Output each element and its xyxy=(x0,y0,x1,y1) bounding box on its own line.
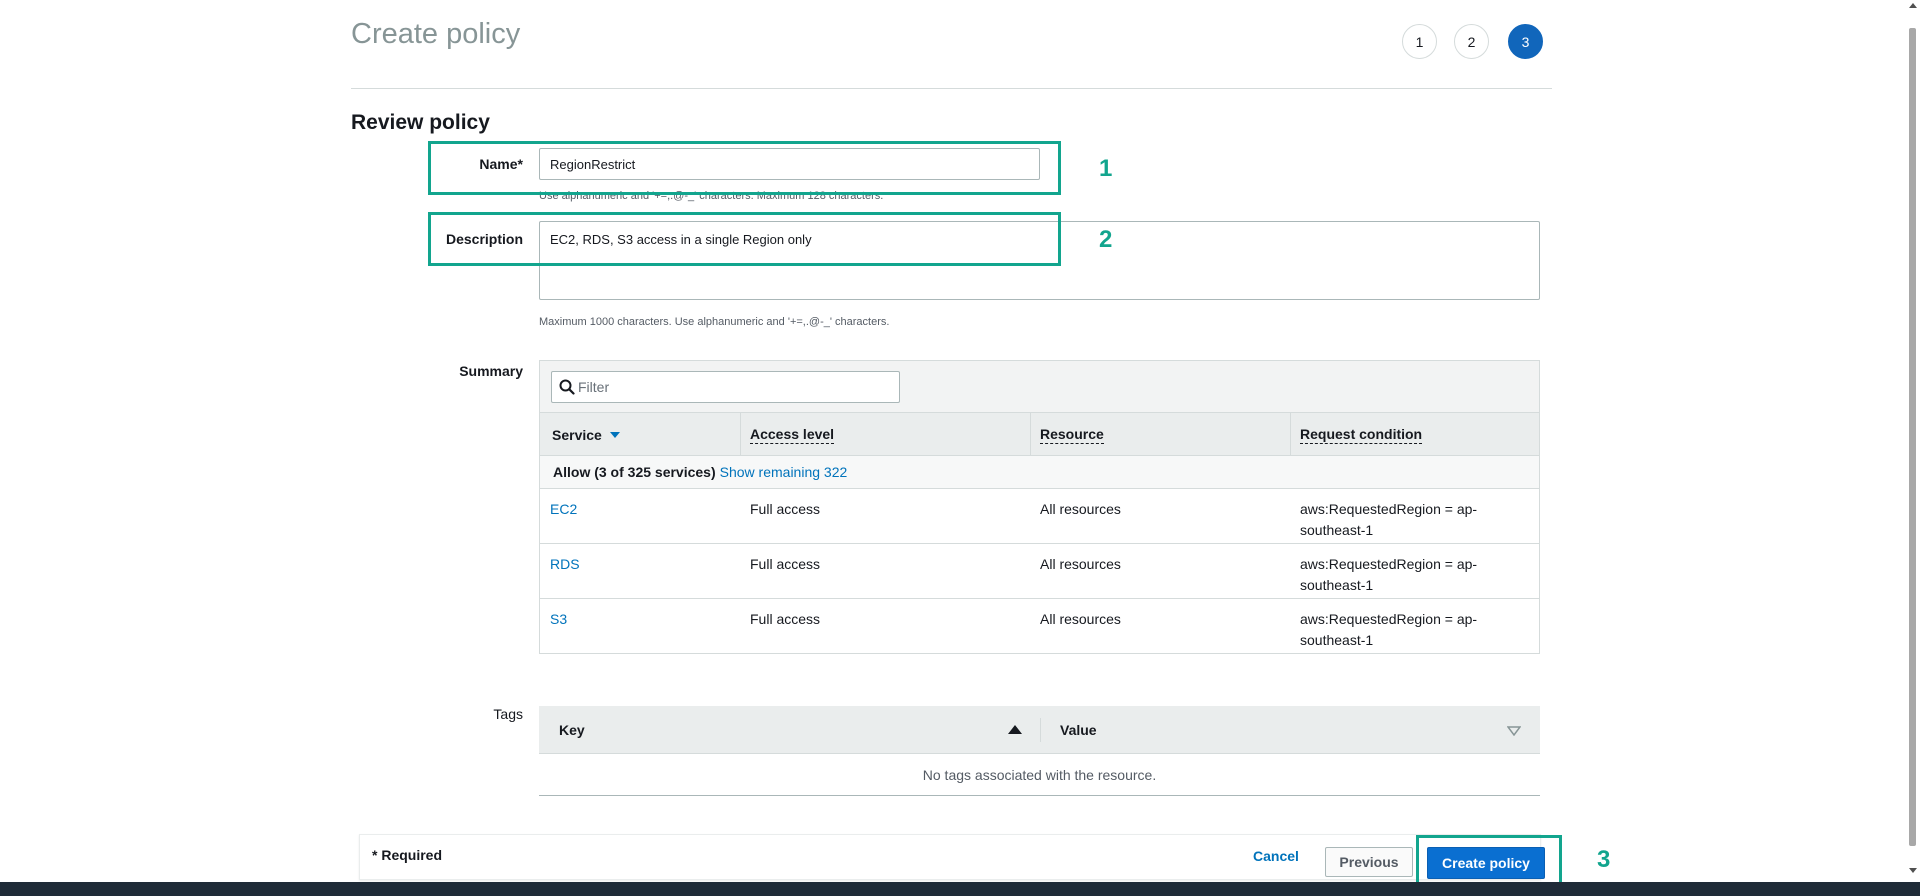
filter-field[interactable] xyxy=(551,371,900,403)
resource-cell: All resources xyxy=(1040,611,1121,627)
column-header-access-level-label: Access level xyxy=(750,425,835,444)
table-row: RDS Full access All resources aws:Reques… xyxy=(540,544,1539,599)
step-3-indicator: 3 xyxy=(1508,24,1543,59)
service-link-s3[interactable]: S3 xyxy=(550,609,567,630)
column-header-service[interactable]: Service xyxy=(552,413,620,456)
sort-descending-icon xyxy=(609,431,620,438)
summary-label: Summary xyxy=(459,363,523,379)
scroll-up-arrow-icon[interactable] xyxy=(1909,3,1917,8)
tags-value-header[interactable]: Value xyxy=(1060,706,1097,754)
scrollbar-thumb[interactable] xyxy=(1909,28,1916,846)
required-note: * Required xyxy=(372,847,443,863)
sort-unsorted-icon[interactable] xyxy=(1507,726,1521,736)
form-footer: * Required Cancel Previous Create policy xyxy=(359,834,1545,880)
allow-group-label: Allow (3 of 325 services) xyxy=(553,464,716,480)
header-divider xyxy=(351,88,1552,89)
page-scrollbar[interactable] xyxy=(1905,0,1920,882)
callout-box-3 xyxy=(1416,835,1562,885)
wizard-steps: 1 2 3 xyxy=(1402,24,1545,60)
access-level-cell: Full access xyxy=(750,501,821,517)
resource-cell: All resources xyxy=(1040,501,1121,517)
callout-number-3: 3 xyxy=(1597,846,1611,873)
filter-input[interactable] xyxy=(578,372,893,402)
create-policy-page: Create policy 1 2 3 Review policy Name* … xyxy=(0,0,1920,896)
service-link-ec2[interactable]: EC2 xyxy=(550,499,577,520)
tags-table-header: Key Value xyxy=(539,706,1540,754)
callout-box-2 xyxy=(428,212,1061,266)
description-help-text: Maximum 1000 characters. Use alphanumeri… xyxy=(539,316,890,328)
review-policy-title: Review policy xyxy=(351,111,490,134)
table-row: S3 Full access All resources aws:Request… xyxy=(540,599,1539,654)
sort-ascending-icon[interactable] xyxy=(1008,725,1022,734)
summary-toolbar xyxy=(540,361,1539,413)
os-taskbar xyxy=(0,882,1920,896)
step-2-indicator[interactable]: 2 xyxy=(1454,24,1489,59)
request-condition-cell: aws:RequestedRegion = ap-southeast-1 xyxy=(1300,556,1478,593)
access-level-cell: Full access xyxy=(750,611,821,627)
summary-table-header: Service Access level Resource Request co… xyxy=(540,413,1539,456)
column-header-service-label: Service xyxy=(552,426,602,443)
callout-box-1 xyxy=(428,141,1061,195)
column-header-request-condition[interactable]: Request condition xyxy=(1300,413,1423,456)
allow-group-row: Allow (3 of 325 services) Show remaining… xyxy=(540,456,1539,489)
tags-table: Key Value No tags associated with the re… xyxy=(539,706,1540,796)
request-condition-cell: aws:RequestedRegion = ap-southeast-1 xyxy=(1300,501,1478,538)
callout-number-1: 1 xyxy=(1099,155,1113,182)
tags-label: Tags xyxy=(493,706,523,722)
table-row: EC2 Full access All resources aws:Reques… xyxy=(540,489,1539,544)
scroll-down-arrow-icon[interactable] xyxy=(1909,868,1917,873)
tags-key-header[interactable]: Key xyxy=(559,706,585,754)
summary-table: Service Access level Resource Request co… xyxy=(539,360,1540,654)
column-header-access-level[interactable]: Access level xyxy=(750,413,835,456)
column-separator xyxy=(1030,413,1031,456)
step-1-indicator[interactable]: 1 xyxy=(1402,24,1437,59)
request-condition-cell: aws:RequestedRegion = ap-southeast-1 xyxy=(1300,611,1478,648)
tags-empty-message: No tags associated with the resource. xyxy=(539,754,1540,796)
column-separator xyxy=(740,413,741,456)
cancel-button[interactable]: Cancel xyxy=(1253,848,1299,864)
column-header-resource[interactable]: Resource xyxy=(1040,413,1104,456)
service-link-rds[interactable]: RDS xyxy=(550,554,580,575)
column-separator xyxy=(1290,413,1291,456)
column-separator xyxy=(1040,718,1041,742)
column-header-resource-label: Resource xyxy=(1040,425,1104,444)
access-level-cell: Full access xyxy=(750,556,821,572)
previous-button[interactable]: Previous xyxy=(1325,847,1413,877)
resource-cell: All resources xyxy=(1040,556,1121,572)
page-title: Create policy xyxy=(351,18,521,50)
callout-number-2: 2 xyxy=(1099,226,1113,253)
search-icon xyxy=(559,379,575,395)
column-header-request-condition-label: Request condition xyxy=(1300,425,1423,444)
show-remaining-link[interactable]: Show remaining 322 xyxy=(720,464,848,480)
